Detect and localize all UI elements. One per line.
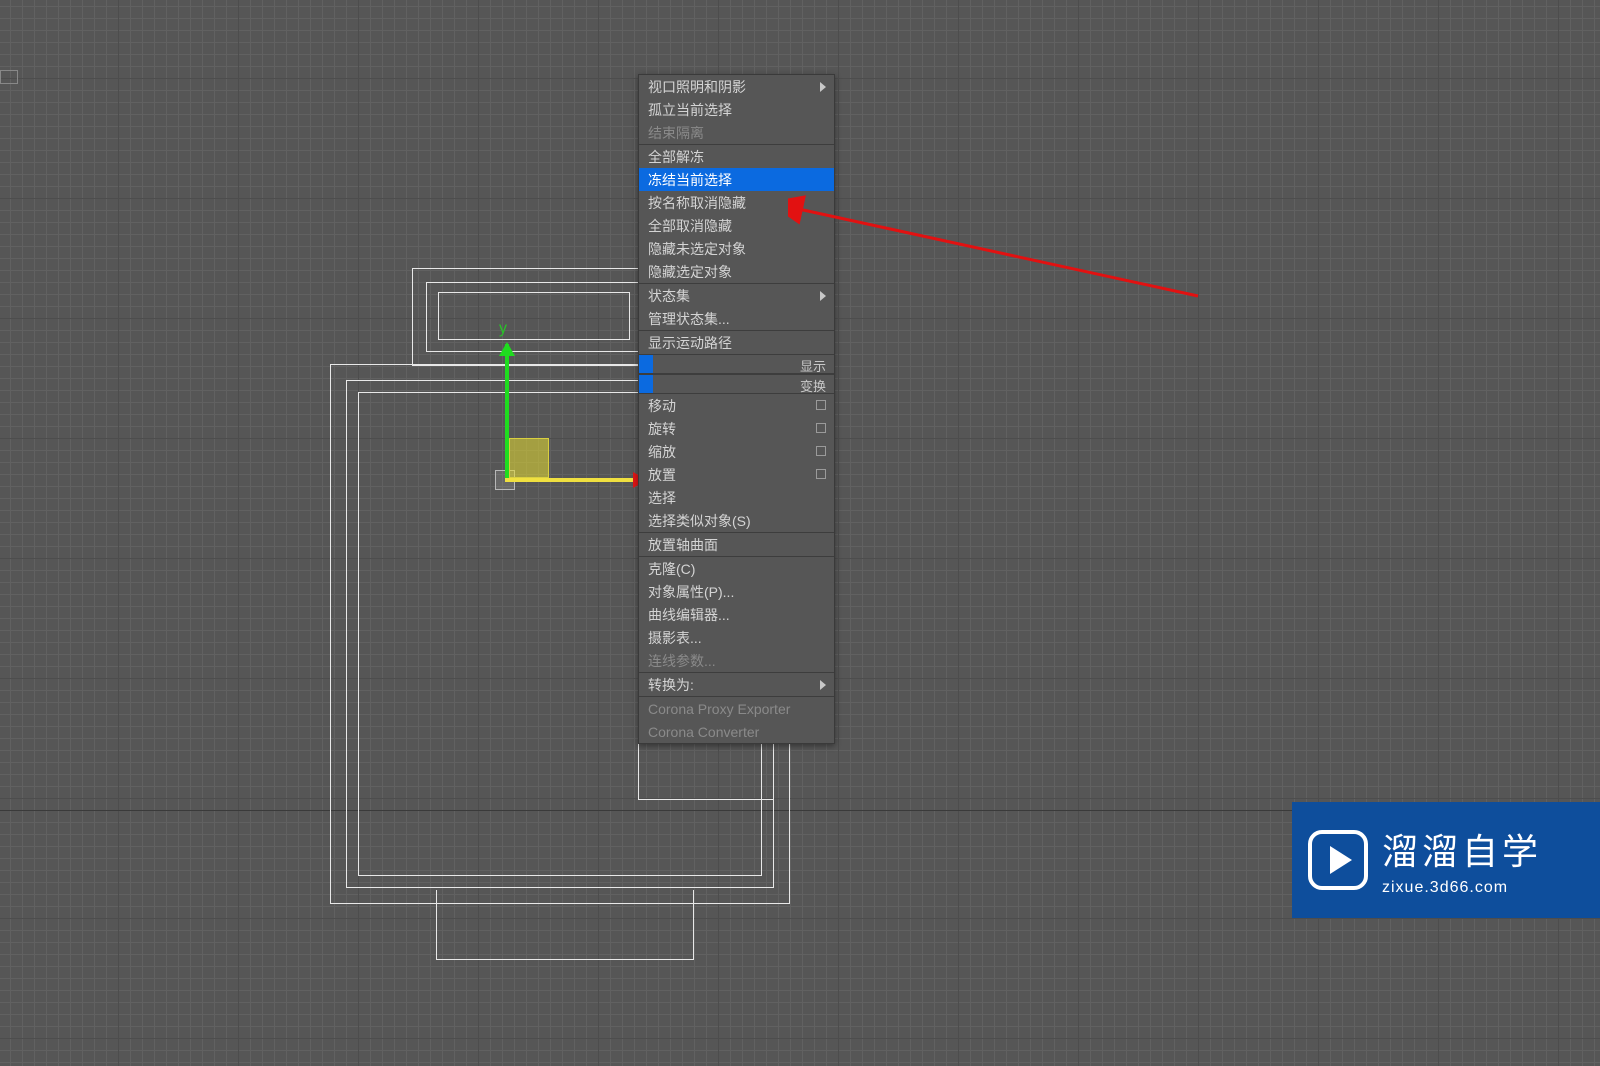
menu-item[interactable]: 克隆(C) <box>639 557 834 580</box>
menu-item-check-icon <box>816 446 826 456</box>
play-icon <box>1308 830 1368 890</box>
watermark-sub: zixue.3d66.com <box>1382 879 1542 897</box>
menu-section-header: 变换 <box>639 374 834 394</box>
watermark-badge: 溜溜自学 zixue.3d66.com <box>1292 802 1600 918</box>
menu-header-tab-icon <box>639 355 653 373</box>
menu-item: Corona Converter <box>639 720 834 743</box>
menu-item[interactable]: 管理状态集... <box>639 307 834 330</box>
menu-item[interactable]: 缩放 <box>639 440 834 463</box>
menu-item[interactable]: 转换为: <box>639 673 834 696</box>
menu-header-tab-icon <box>639 375 653 393</box>
menu-item: 连线参数... <box>639 649 834 672</box>
menu-item[interactable]: 状态集 <box>639 284 834 307</box>
menu-item[interactable]: 隐藏未选定对象 <box>639 237 834 260</box>
gizmo-x-axis[interactable] <box>505 478 633 482</box>
gizmo-xy-plane-icon[interactable] <box>509 438 549 478</box>
menu-item[interactable]: 摄影表... <box>639 626 834 649</box>
menu-item[interactable]: 选择类似对象(S) <box>639 509 834 532</box>
wireframe-top-notch-3 <box>438 292 630 340</box>
wireframe-ext-bottom <box>436 890 694 960</box>
menu-section-header: 显示 <box>639 354 834 374</box>
menu-item-check-icon <box>816 400 826 410</box>
menu-item[interactable]: 曲线编辑器... <box>639 603 834 626</box>
gizmo-y-label: y <box>499 320 507 338</box>
menu-item[interactable]: 旋转 <box>639 417 834 440</box>
gizmo-y-axis[interactable] <box>505 344 509 482</box>
menu-item-check-icon <box>816 469 826 479</box>
menu-item[interactable]: 放置 <box>639 463 834 486</box>
menu-header-label: 显示 <box>800 356 826 375</box>
menu-item[interactable]: 显示运动路径 <box>639 331 834 354</box>
menu-item: Corona Proxy Exporter <box>639 697 834 720</box>
menu-item: 结束隔离 <box>639 121 834 144</box>
menu-item[interactable]: 对象属性(P)... <box>639 580 834 603</box>
viewport-context-menu: 视口照明和阴影孤立当前选择结束隔离全部解冻冻结当前选择按名称取消隐藏全部取消隐藏… <box>638 74 835 744</box>
menu-item[interactable]: 选择 <box>639 486 834 509</box>
menu-item[interactable]: 隐藏选定对象 <box>639 260 834 283</box>
viewport-edge-marker <box>0 70 18 84</box>
menu-item[interactable]: 视口照明和阴影 <box>639 75 834 98</box>
menu-item-check-icon <box>816 423 826 433</box>
menu-item[interactable]: 孤立当前选择 <box>639 98 834 121</box>
menu-item[interactable]: 放置轴曲面 <box>639 533 834 556</box>
move-gizmo[interactable]: y <box>505 480 507 482</box>
menu-item[interactable]: 移动 <box>639 394 834 417</box>
menu-item[interactable]: 冻结当前选择 <box>639 168 834 191</box>
menu-header-label: 变换 <box>800 376 826 395</box>
menu-item[interactable]: 按名称取消隐藏 <box>639 191 834 214</box>
menu-item[interactable]: 全部取消隐藏 <box>639 214 834 237</box>
gizmo-y-arrow-icon <box>499 342 515 356</box>
watermark-title: 溜溜自学 <box>1382 823 1542 875</box>
menu-item[interactable]: 全部解冻 <box>639 145 834 168</box>
